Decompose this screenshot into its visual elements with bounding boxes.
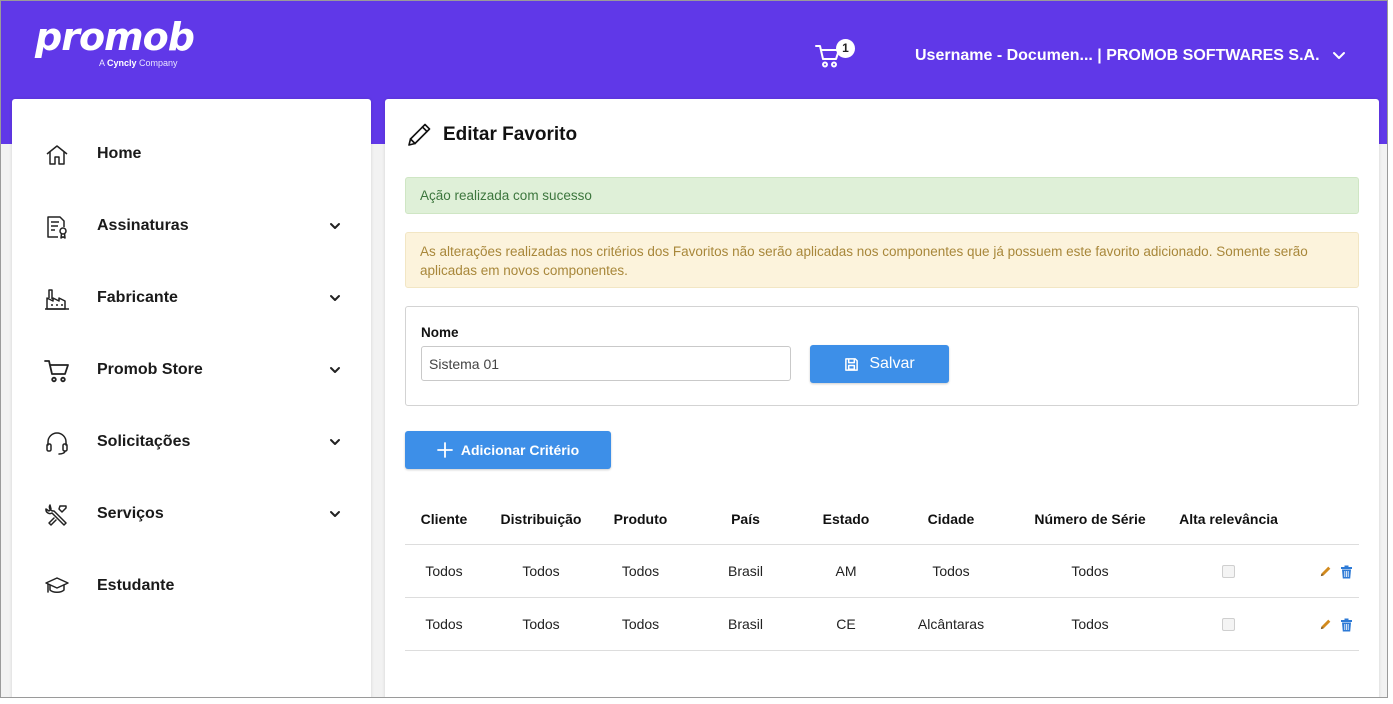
cell-estado: AM — [809, 544, 883, 598]
sidebar-item-label: Solicitações — [97, 433, 191, 450]
pencil-icon — [408, 123, 431, 146]
chevron-down-icon — [330, 367, 340, 373]
cell-numero-serie: Todos — [1019, 544, 1161, 598]
sidebar-item-solicitacoes[interactable]: Solicitações — [12, 418, 371, 466]
edit-pencil-icon[interactable] — [1319, 618, 1332, 631]
add-criteria-label: Adicionar Critério — [460, 442, 580, 458]
plus-icon — [436, 442, 453, 458]
cell-actions — [1296, 544, 1359, 598]
alta-relevancia-checkbox[interactable] — [1222, 618, 1235, 632]
logo-wordmark: promob — [35, 15, 195, 59]
home-icon — [46, 145, 68, 165]
cell-cliente: Todos — [405, 544, 483, 598]
cell-alta-relevancia — [1161, 544, 1296, 598]
cell-estado: CE — [809, 597, 883, 651]
sidebar-item-promob-store[interactable]: Promob Store — [12, 346, 371, 394]
sidebar-nav: Home Assinaturas Fabricante Promob Store — [12, 99, 371, 697]
sidebar-item-label: Assinaturas — [97, 217, 189, 234]
column-header-produto[interactable]: Produto — [599, 494, 682, 545]
floppy-disk-icon — [845, 357, 859, 371]
sidebar-item-servicos[interactable]: Serviços — [12, 490, 371, 538]
column-header-pais[interactable]: País — [682, 494, 809, 545]
user-account-label: Username - Documen... | PROMOB SOFTWARES… — [915, 47, 1320, 64]
sidebar-item-fabricante[interactable]: Fabricante — [12, 274, 371, 322]
cell-distribuicao: Todos — [483, 544, 599, 598]
cell-produto: Todos — [599, 597, 682, 651]
column-header-cliente[interactable]: Cliente — [405, 494, 483, 545]
cell-pais: Brasil — [682, 597, 809, 651]
app-window: promob A Cyncly Company 1 Username - Doc… — [0, 0, 1388, 698]
edit-pencil-icon[interactable] — [1319, 565, 1332, 578]
success-alert: Ação realizada com sucesso — [405, 177, 1359, 214]
cell-distribuicao: Todos — [483, 597, 599, 651]
user-account-menu[interactable]: Username - Documen... | PROMOB SOFTWARES… — [915, 47, 1346, 65]
add-criteria-button[interactable]: Adicionar Critério — [405, 431, 611, 469]
cell-cidade: Alcântaras — [883, 597, 1019, 651]
cell-alta-relevancia — [1161, 597, 1296, 651]
save-button-label: Salvar — [869, 355, 915, 372]
warning-alert: As alterações realizadas nos critérios d… — [405, 232, 1359, 288]
logo-tagline: A Cyncly Company — [99, 58, 178, 68]
sidebar-item-label: Serviços — [97, 505, 164, 522]
save-button[interactable]: Salvar — [810, 345, 949, 383]
column-header-distribuicao[interactable]: Distribuição — [483, 494, 599, 545]
trash-icon[interactable] — [1340, 565, 1353, 579]
favorite-form: Nome Salvar — [405, 306, 1359, 406]
cell-cliente: Todos — [405, 597, 483, 651]
main-panel: Editar Favorito Ação realizada com suces… — [385, 99, 1379, 697]
column-header-actions — [1296, 494, 1359, 545]
cell-cidade: Todos — [883, 544, 1019, 598]
table-header-row: Cliente Distribuição Produto País Estado… — [405, 494, 1359, 545]
sidebar-item-label: Promob Store — [97, 361, 203, 378]
page-title: Editar Favorito — [443, 124, 578, 145]
column-header-alta-relevancia[interactable]: Alta relevância — [1161, 494, 1296, 545]
alta-relevancia-checkbox[interactable] — [1222, 565, 1235, 579]
sidebar-item-home[interactable]: Home — [12, 130, 371, 178]
cell-numero-serie: Todos — [1019, 597, 1161, 651]
table-row: Todos Todos Todos Brasil AM Todos Todos — [405, 544, 1359, 598]
column-header-cidade[interactable]: Cidade — [883, 494, 1019, 545]
name-label: Nome — [421, 325, 459, 340]
tools-icon — [45, 504, 67, 526]
cart-button[interactable]: 1 — [814, 39, 855, 71]
cell-produto: Todos — [599, 544, 682, 598]
sidebar-item-assinaturas[interactable]: Assinaturas — [12, 202, 371, 250]
cart-icon — [44, 360, 69, 383]
sidebar-item-label: Fabricante — [97, 289, 178, 306]
certificate-icon — [47, 216, 67, 239]
trash-icon[interactable] — [1340, 618, 1353, 632]
chevron-down-icon — [1332, 52, 1345, 59]
sidebar-item-label: Home — [97, 145, 142, 162]
column-header-numero-serie[interactable]: Número de Série — [1019, 494, 1161, 545]
promob-logo[interactable]: promob A Cyncly Company — [35, 15, 195, 68]
chevron-down-icon — [330, 223, 340, 229]
column-header-estado[interactable]: Estado — [809, 494, 883, 545]
cart-count-badge: 1 — [836, 39, 855, 58]
cell-actions — [1296, 597, 1359, 651]
cell-pais: Brasil — [682, 544, 809, 598]
headset-icon — [46, 432, 68, 455]
graduation-cap-icon — [45, 577, 69, 593]
chevron-down-icon — [330, 295, 340, 301]
criteria-table: Cliente Distribuição Produto País Estado… — [405, 494, 1359, 651]
chevron-down-icon — [330, 439, 340, 445]
factory-icon — [45, 289, 69, 310]
name-input[interactable] — [421, 346, 791, 381]
sidebar-item-label: Estudante — [97, 577, 175, 594]
table-row: Todos Todos Todos Brasil CE Alcântaras T… — [405, 597, 1359, 651]
chevron-down-icon — [330, 511, 340, 517]
sidebar-item-estudante[interactable]: Estudante — [12, 562, 371, 610]
